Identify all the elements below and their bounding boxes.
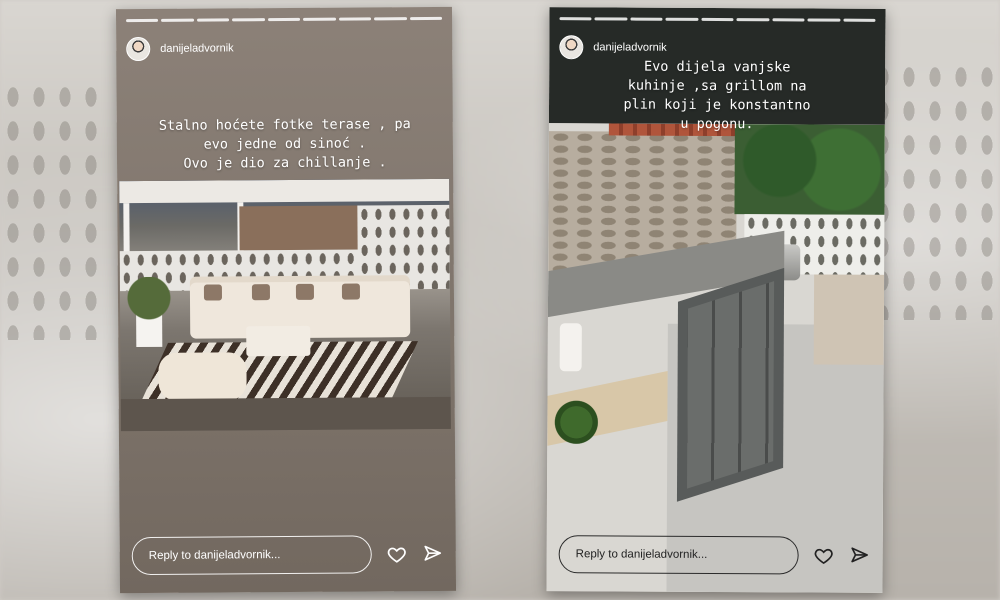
caption-line: plin koji je konstantno (623, 96, 811, 114)
avatar[interactable] (559, 35, 584, 60)
story-card-chill-area[interactable]: danijeladvornik Stalno hoćete fotke tera… (115, 6, 457, 594)
backdrop-fence-pattern (870, 60, 1000, 320)
story-progress-bar (126, 16, 442, 23)
caption-line: evo jedne od sinoć . (203, 135, 367, 153)
story-header: danijeladvornik (126, 36, 234, 62)
caption-line: Evo dijela vanjske (644, 58, 791, 76)
story-header: danijeladvornik (559, 35, 667, 60)
reply-bar (558, 535, 871, 575)
avatar[interactable] (126, 36, 151, 62)
caption-line: Ovo je dio za chillanje . (183, 154, 387, 172)
caption-line: Stalno hoćete fotke terase , pa (158, 116, 411, 134)
username[interactable]: danijeladvornik (160, 42, 233, 55)
outdoor-kitchen-photo (546, 123, 885, 593)
caption-line: u pogonu. (680, 115, 754, 133)
backdrop-fence-pattern (0, 80, 110, 340)
story-caption: Stalno hoćete fotke terase , pa evo jedn… (117, 115, 453, 174)
terrace-lounge-photo (119, 178, 451, 432)
story-card-outdoor-kitchen[interactable]: danijeladvornik Evo dijela vanjske kuhin… (546, 7, 886, 593)
send-icon[interactable] (849, 545, 871, 567)
heart-icon[interactable] (386, 543, 408, 565)
username[interactable]: danijeladvornik (593, 41, 666, 53)
heart-icon[interactable] (813, 545, 835, 567)
send-icon[interactable] (422, 543, 444, 565)
caption-line: kuhinje ,sa grillom na (627, 77, 807, 95)
reply-input[interactable] (558, 535, 799, 575)
story-caption: Evo dijela vanjske kuhinje ,sa grillom n… (549, 57, 885, 135)
reply-bar (131, 535, 444, 576)
reply-input[interactable] (131, 535, 372, 576)
